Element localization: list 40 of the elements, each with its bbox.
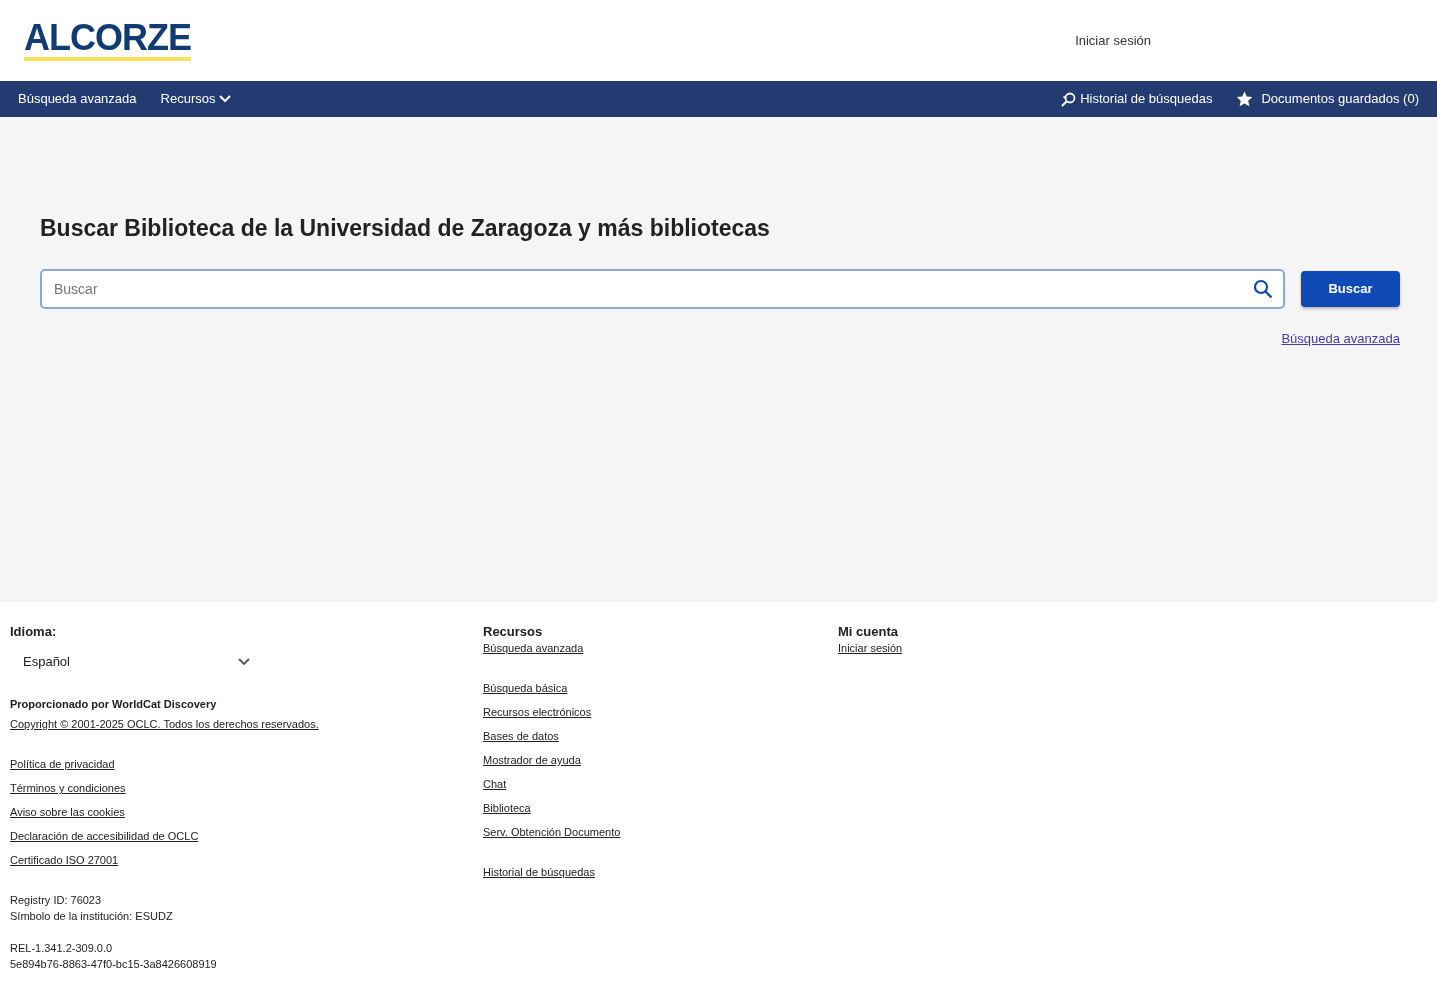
language-label: Idioma: (10, 624, 58, 640)
sign-in-link[interactable]: Iniciar sesión (1075, 30, 1151, 51)
page-heading: Buscar Biblioteca de la Universidad de Zaragoza y más bibliotecas (40, 215, 771, 243)
build-text: 5e894b76-8863-47f0-bc15-3a8426608919 (10, 957, 218, 972)
advanced-search-link[interactable]: Búsqueda avanzada (1281, 328, 1400, 349)
build-text: REL-1.341.2-309.0.0 (10, 941, 114, 956)
search-button[interactable]: Buscar (1301, 270, 1400, 307)
footer-link[interactable]: Iniciar sesión (838, 640, 903, 656)
saved-documents-link[interactable]: Documentos guardados (0) (1236, 89, 1419, 109)
footer-link[interactable]: Bases de datos (483, 728, 559, 744)
footer-link[interactable]: Política de privacidad (10, 756, 115, 772)
footer-link[interactable]: Aviso sobre las cookies (10, 804, 125, 820)
footer-column-heading: Mi cuenta (838, 624, 899, 640)
copyright-link[interactable]: Copyright © 2001-2025 OCLC. Todos los derechos reservados. (10, 716, 483, 732)
search-history-link[interactable]: Historial de búsquedas (1061, 89, 1213, 109)
footer-link[interactable]: Historial de búsquedas (483, 864, 595, 880)
registry-text: Símbolo de la institución: ESUDZ (10, 909, 174, 924)
nav-dropdown[interactable]: Recursos (160, 89, 232, 109)
star-icon (1236, 91, 1254, 107)
powered-by-text: Proporcionado por WorldCat Discovery (10, 697, 218, 712)
footer-link[interactable]: Búsqueda básica (483, 680, 568, 696)
chevron-down-icon (238, 658, 250, 666)
registry-text: Registry ID: 76023 (10, 893, 103, 908)
nav-link[interactable]: Búsqueda avanzada (18, 89, 137, 109)
footer-link[interactable]: Chat (483, 776, 507, 792)
footer-link[interactable]: Biblioteca (483, 800, 531, 816)
site-logo[interactable]: ALCORZE (24, 20, 191, 61)
language-select[interactable]: Español (10, 644, 250, 680)
search-icon (1253, 278, 1273, 299)
footer-link[interactable]: Declaración de accesibilidad de OCLC (10, 828, 199, 844)
footer-link[interactable]: Certificado ISO 27001 (10, 852, 119, 868)
footer-link[interactable]: Búsqueda avanzada (483, 640, 584, 656)
search-field[interactable]: Buscar (40, 268, 1285, 309)
footer-link[interactable]: Mostrador de ayuda (483, 752, 581, 768)
footer-link[interactable]: Términos y condiciones (10, 780, 126, 796)
footer-link[interactable]: Serv. Obtención Documento (483, 824, 621, 840)
history-search-icon (1061, 91, 1077, 107)
footer-link[interactable]: Recursos electrónicos (483, 704, 592, 720)
footer-column-heading: Recursos (483, 624, 544, 640)
chevron-down-icon (219, 95, 232, 103)
